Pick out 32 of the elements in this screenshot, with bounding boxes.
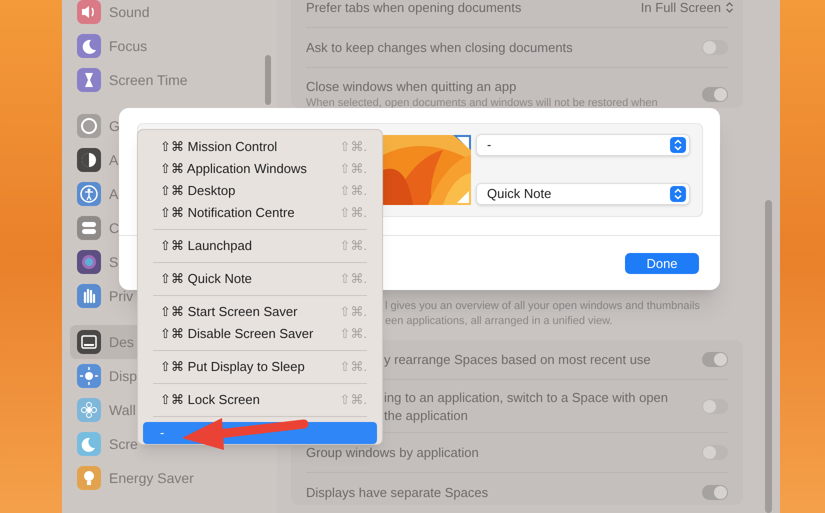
menu-item-label: -	[160, 424, 164, 442]
shortcut-label: ⇧⌘.	[339, 391, 367, 410]
setting-label: Prefer tabs when opening documents	[306, 0, 522, 17]
menu-item-label: ⇧⌘ Quick Note	[160, 270, 252, 288]
shortcut-label: ⇧⌘.	[339, 204, 367, 222]
shortcut-label: ⇧⌘.	[339, 270, 367, 288]
shortcut-label: ⇧⌘.	[339, 237, 367, 256]
setting-label: Close windows when quitting an app	[306, 78, 518, 96]
menu-item-label: ⇧⌘ Launchpad	[160, 237, 252, 256]
menu-item-label: ⇧⌘ Application Windows	[160, 160, 307, 178]
menu-item-label: ⇧⌘ Mission Control	[160, 138, 278, 156]
setting-label: Displays have separate Spaces	[306, 484, 488, 502]
menu-item-label: ⇧⌘ Desktop	[160, 182, 236, 200]
setting-label: ing to an application, switch to a Space with open	[384, 389, 668, 408]
menu-item-label: ⇧⌘ Start Screen Saver	[160, 303, 298, 322]
menu-item-label: ⇧⌘ Put Display to Sleep	[160, 358, 305, 376]
shortcut-label: ⇧⌘.	[339, 138, 367, 156]
setting-description: een applications, all arranged in a unified view.	[385, 314, 614, 329]
menu-item-label: ⇧⌘ Disable Screen Saver	[160, 325, 314, 344]
setting-label: Ask to keep changes when closing documents	[306, 38, 573, 57]
menu-item-label: ⇧⌘ Notification Centre	[160, 204, 295, 222]
shortcut-label: ⇧⌘.	[339, 325, 367, 344]
setting-description: l gives you an overview of all your open windows and thumbnails	[385, 299, 700, 314]
shortcut-label: ⇧⌘.	[339, 358, 367, 376]
setting-description: When selected, open documents and windows will not be restored when	[306, 96, 658, 111]
shortcut-label: ⇧⌘.	[339, 160, 367, 178]
menu-item-label: ⇧⌘ Lock Screen	[160, 391, 260, 410]
setting-label: Group windows by application	[306, 444, 479, 462]
shortcut-label: ⇧⌘.	[339, 303, 367, 322]
setting-label: y rearrange Spaces based on most recent use	[384, 350, 651, 369]
setting-description: the application	[384, 408, 469, 424]
shortcut-label: ⇧⌘.	[339, 182, 367, 200]
